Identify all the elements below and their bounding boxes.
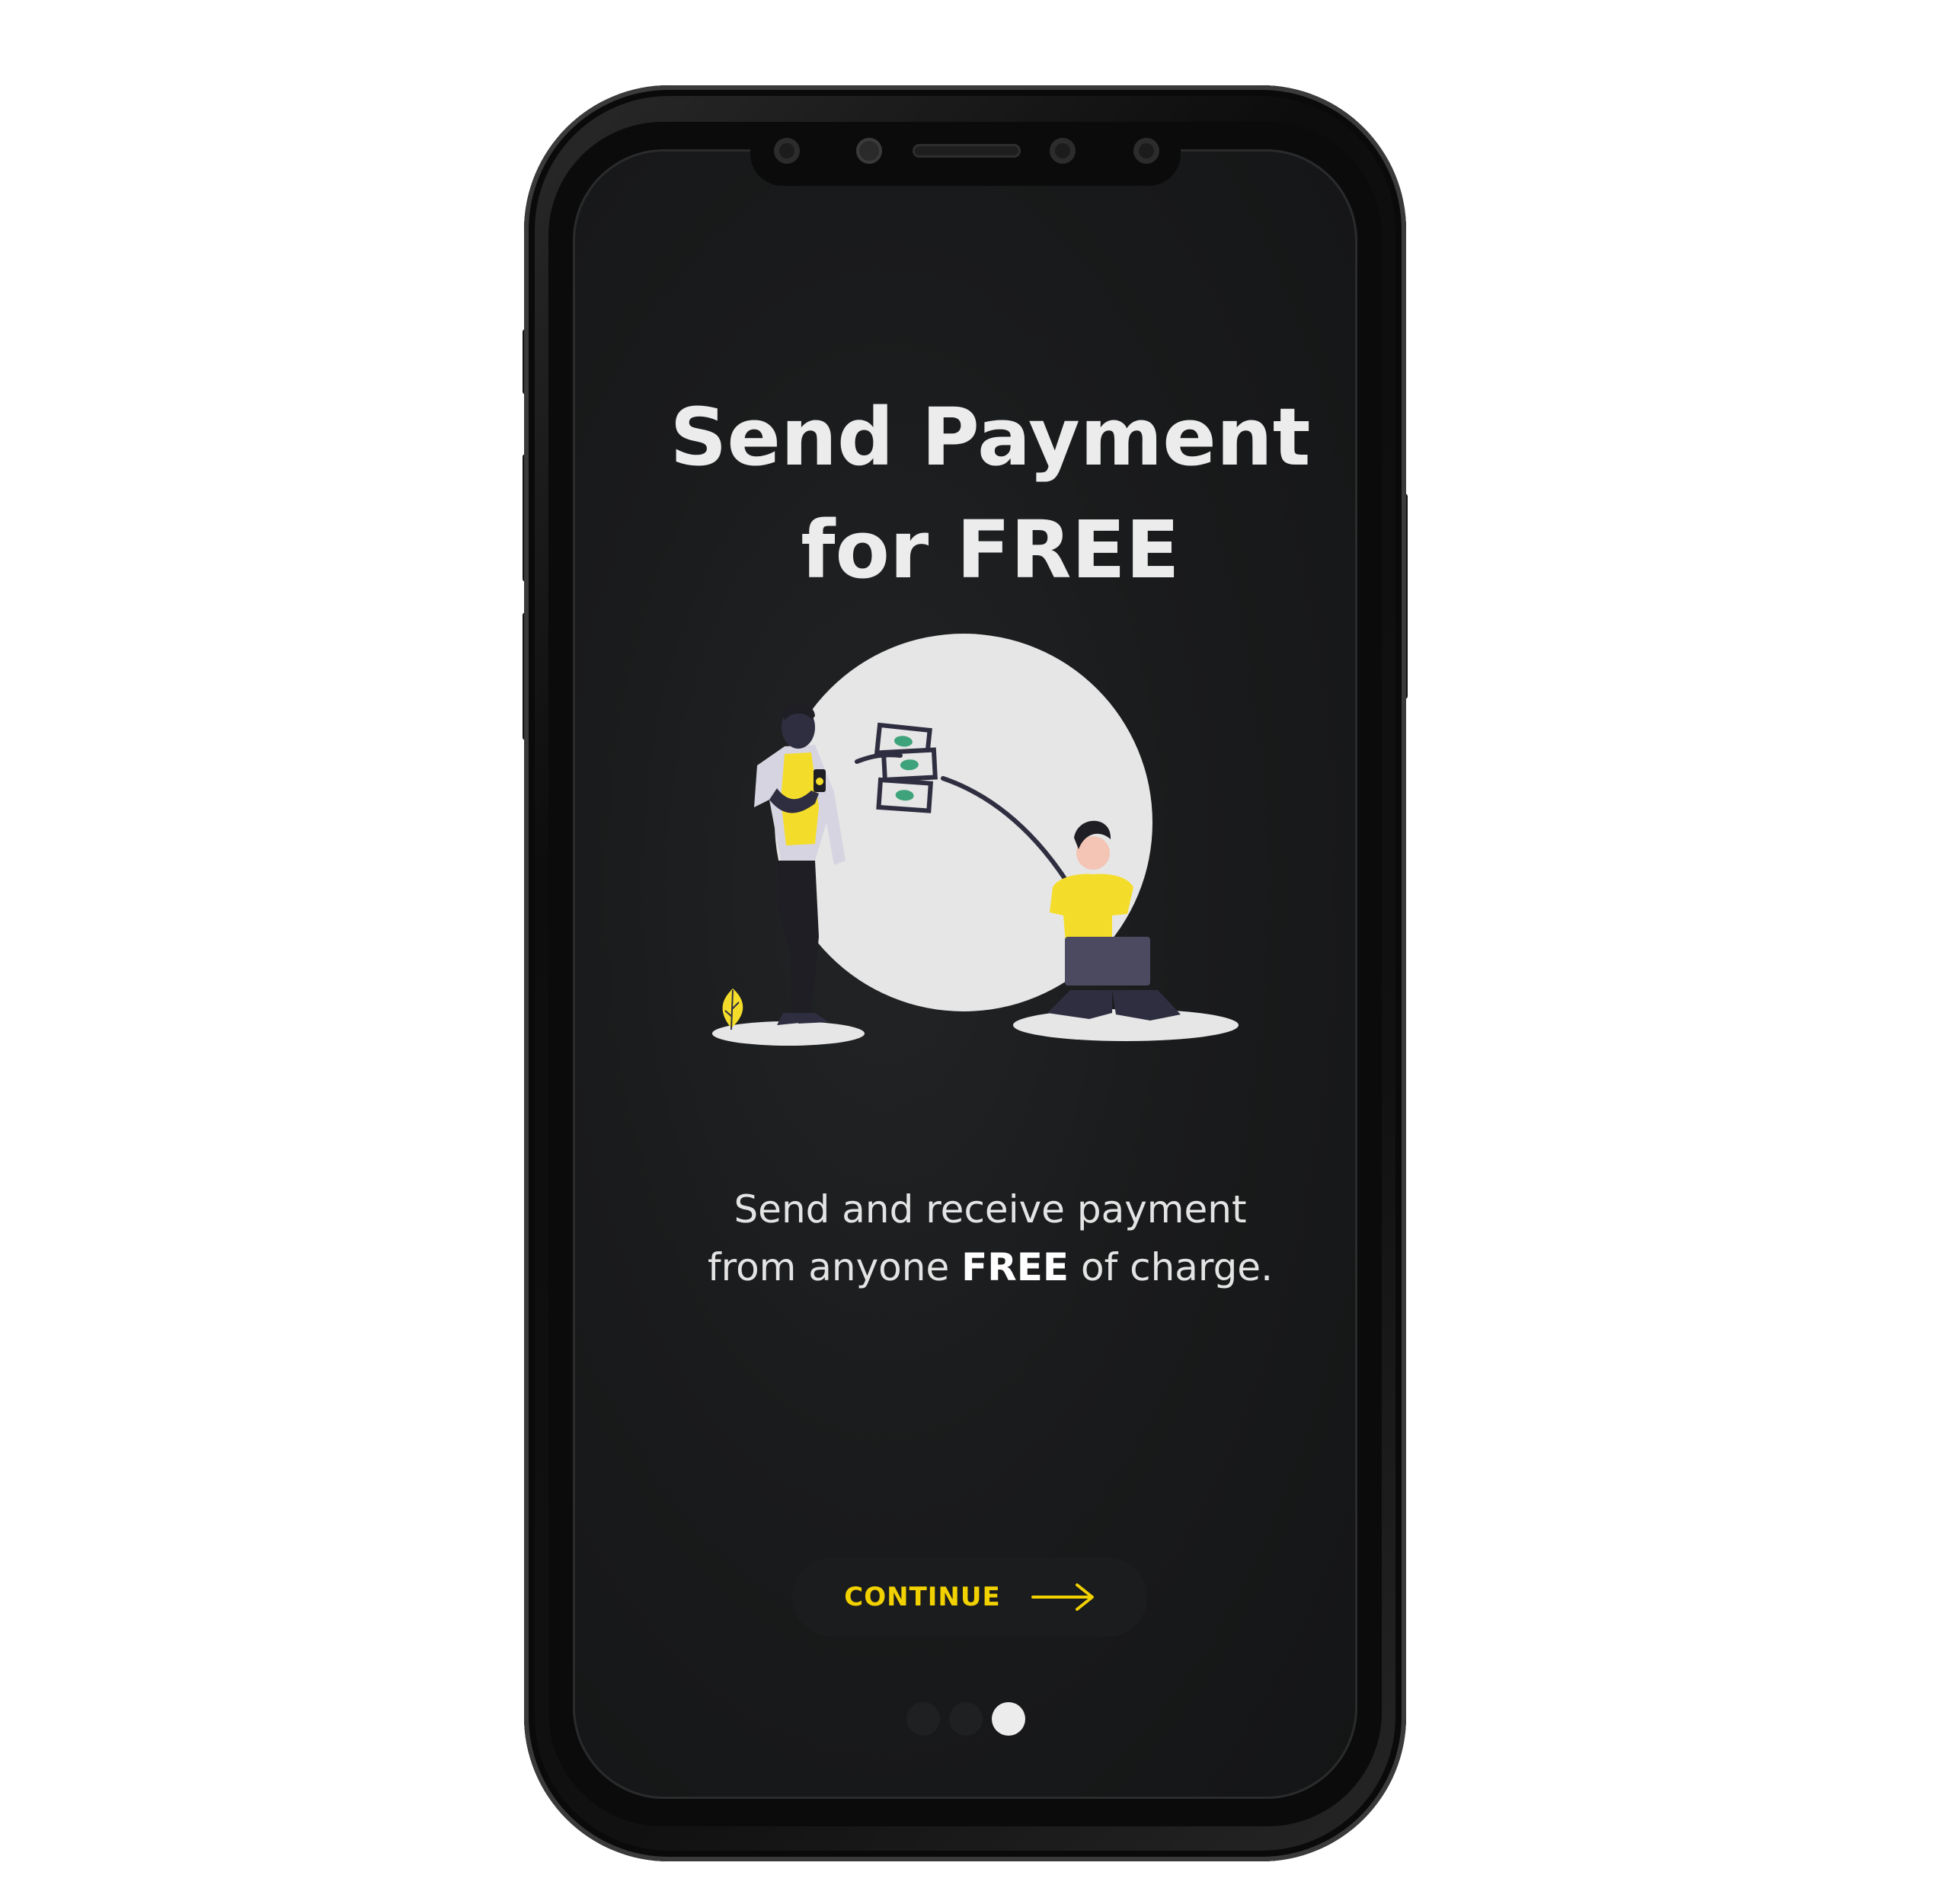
title-line-1: Send Payment: [670, 391, 1311, 484]
arrow-right-icon: [1031, 1583, 1094, 1611]
money-bills-icon: [874, 722, 938, 813]
description-text: from anyone: [708, 1245, 962, 1289]
page-title: Send Payment for FREE: [609, 381, 1371, 606]
pagination-dots: [906, 1702, 1028, 1736]
sensor-icon: [1133, 138, 1159, 164]
description-line-1: Send and receive payment: [734, 1187, 1247, 1232]
onboarding-description: Send and receive payment from anyone FRE…: [632, 1180, 1348, 1296]
sensor-icon: [1050, 138, 1076, 164]
plant-icon: [722, 989, 743, 1030]
stage: Send Payment for FREE Send and receive p…: [0, 0, 1950, 1904]
description-text: of charge.: [1069, 1245, 1273, 1289]
title-line-2: for FREE: [801, 503, 1180, 596]
ground-shadow-left: [712, 1021, 865, 1046]
continue-button[interactable]: CONTINUE: [792, 1557, 1147, 1637]
description-emphasis: FREE: [961, 1245, 1069, 1289]
earpiece-speaker: [913, 144, 1021, 158]
payment-transfer-illustration: [712, 634, 1239, 1046]
continue-label: CONTINUE: [844, 1582, 1001, 1612]
sensor-icon: [774, 138, 800, 164]
front-camera-icon: [856, 138, 882, 164]
page-dot-3-active[interactable]: [992, 1702, 1025, 1736]
page-dot-2[interactable]: [949, 1702, 983, 1736]
page-dot-1[interactable]: [906, 1702, 940, 1736]
